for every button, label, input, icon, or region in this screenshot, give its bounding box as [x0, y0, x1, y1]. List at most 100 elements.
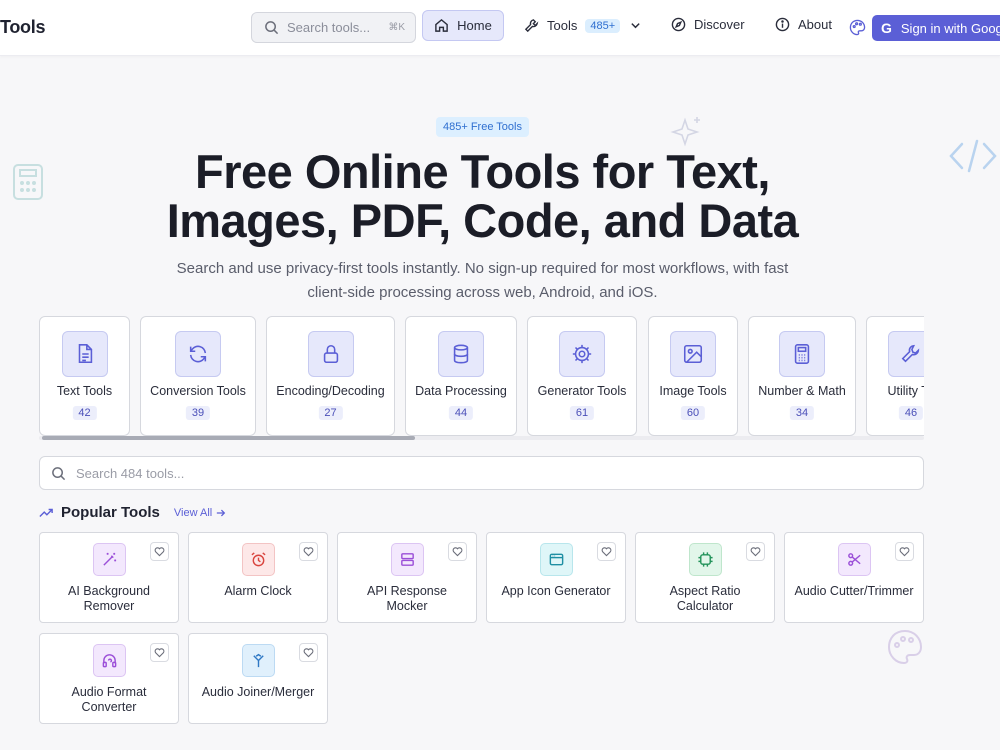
tool-name-line1: AI Background	[68, 584, 150, 598]
tool-name-line1: Audio Cutter/Trimmer	[794, 584, 914, 598]
info-icon	[775, 17, 790, 32]
merge-icon	[253, 653, 264, 668]
favorite-button[interactable]	[746, 542, 765, 561]
wrench-icon	[524, 19, 539, 33]
nav-discover-label: Discover	[694, 17, 745, 32]
category-icon-box	[670, 331, 716, 377]
category-label: Number & Math	[758, 384, 846, 398]
category-card-utility-tools[interactable]: Utility To 46	[866, 316, 924, 436]
sparkle-decor-icon	[670, 117, 700, 147]
category-count: 27	[318, 406, 343, 420]
tool-card-audio-joiner-merger[interactable]: Audio Joiner/Merger	[188, 633, 328, 724]
favorite-button[interactable]	[895, 542, 914, 561]
database-icon	[453, 344, 469, 364]
palette-decor-icon	[887, 629, 923, 665]
tool-icon-box	[838, 543, 871, 576]
nav-search-placeholder: Search tools...	[287, 20, 371, 35]
compass-icon	[671, 17, 686, 32]
category-card-number-math[interactable]: Number & Math 34	[748, 316, 856, 436]
tool-card-audio-format-converter[interactable]: Audio Format Converter	[39, 633, 179, 724]
gear-icon	[572, 344, 592, 364]
category-label: Encoding/Decoding	[276, 384, 385, 398]
image-icon	[683, 344, 703, 364]
aspect-ratio-icon	[698, 552, 713, 567]
tool-icon-box	[391, 543, 424, 576]
hero-title-line2: Images, PDF, Code, and Data	[166, 194, 799, 247]
heart-icon	[601, 547, 612, 557]
category-count: 42	[72, 406, 97, 420]
nav-home-button[interactable]: Home	[422, 10, 504, 41]
category-count: 34	[789, 406, 815, 420]
popular-tools-header: Popular Tools View All	[39, 504, 226, 521]
tool-card-aspect-ratio-calculator[interactable]: Aspect Ratio Calculator	[635, 532, 775, 623]
search-icon	[52, 466, 66, 480]
category-card-text-tools[interactable]: Text Tools 42	[39, 316, 130, 436]
category-card-data-processing[interactable]: Data Processing 44	[405, 316, 517, 436]
tools-search-input[interactable]	[76, 465, 876, 481]
view-all-link[interactable]: View All	[174, 507, 226, 519]
wrench-icon	[901, 344, 920, 363]
category-label: Utility To	[887, 384, 924, 398]
category-count: 44	[448, 406, 474, 420]
category-label: Data Processing	[415, 384, 507, 398]
category-icon-box	[175, 331, 221, 377]
theme-palette-icon[interactable]	[849, 19, 866, 36]
category-card-conversion-tools[interactable]: Conversion Tools 39	[140, 316, 256, 436]
nav-discover-link[interactable]: Discover	[671, 17, 745, 32]
tool-card-app-icon-generator[interactable]: App Icon Generator	[486, 532, 626, 623]
heart-icon	[154, 547, 165, 557]
tool-icon-box	[540, 543, 573, 576]
category-card-image-tools[interactable]: Image Tools 60	[648, 316, 738, 436]
heart-icon	[303, 547, 314, 557]
hero-subtitle: Search and use privacy-first tools insta…	[150, 257, 815, 305]
favorite-button[interactable]	[150, 643, 169, 662]
nav-home-label: Home	[457, 18, 492, 33]
headphones-icon	[102, 654, 117, 668]
heart-icon	[303, 648, 314, 658]
nav-search-input[interactable]: Search tools... ⌘K	[251, 12, 416, 43]
tool-name-line1: Audio Format	[71, 685, 147, 699]
favorite-button[interactable]	[150, 542, 169, 561]
nav-about-link[interactable]: About	[775, 17, 832, 32]
tool-name-line1: Alarm Clock	[224, 584, 292, 598]
tool-name: Audio Format Converter	[44, 685, 174, 715]
magic-wand-icon	[103, 552, 117, 566]
tool-name-line1: Aspect Ratio	[669, 584, 741, 598]
tool-card-api-response-mocker[interactable]: API Response Mocker	[337, 532, 477, 623]
home-icon	[435, 18, 448, 32]
favorite-button[interactable]	[597, 542, 616, 561]
tool-name: App Icon Generator	[491, 584, 621, 599]
category-label: Generator Tools	[537, 384, 627, 398]
tool-name-line1: API Response	[367, 584, 447, 598]
favorite-button[interactable]	[299, 542, 318, 561]
tool-name-line2: Calculator	[676, 599, 734, 613]
code-decor-icon	[949, 139, 997, 173]
category-count: 60	[680, 406, 706, 420]
chevron-down-icon	[631, 23, 640, 29]
hero-subtitle-line2: client-side processing across web, Andro…	[307, 284, 658, 301]
tool-card-alarm-clock[interactable]: Alarm Clock	[188, 532, 328, 623]
hero-subtitle-line1: Search and use privacy-first tools insta…	[176, 260, 789, 277]
favorite-button[interactable]	[448, 542, 467, 561]
hero-title-line1: Free Online Tools for Text,	[195, 145, 770, 198]
category-card-encoding-decoding[interactable]: Encoding/Decoding 27	[266, 316, 395, 436]
nav-tools-menu[interactable]: Tools 485+	[524, 18, 641, 33]
category-card-generator-tools[interactable]: Generator Tools 61	[527, 316, 637, 436]
tool-card-audio-cutter-trimmer[interactable]: Audio Cutter/Trimmer	[784, 532, 924, 623]
category-icon-box	[307, 331, 354, 377]
hero-title: Free Online Tools for Text, Images, PDF,…	[100, 147, 865, 245]
tool-card-ai-background-remover[interactable]: AI Background Remover	[39, 532, 179, 623]
tool-name-line2: Remover	[83, 599, 135, 613]
category-scroll-thumb[interactable]	[42, 436, 415, 440]
google-signin-button[interactable]: G Sign in with Goog	[872, 15, 1000, 41]
category-label: Conversion Tools	[150, 384, 246, 398]
tool-icon-box	[689, 543, 722, 576]
tool-name: Aspect Ratio Calculator	[640, 584, 770, 614]
tool-name-line1: Audio Joiner/Merger	[201, 685, 315, 699]
nav-about-label: About	[798, 17, 832, 32]
trending-up-icon	[39, 508, 53, 517]
server-icon	[401, 553, 414, 566]
category-icon-box	[438, 331, 484, 377]
favorite-button[interactable]	[299, 643, 318, 662]
brand-logo[interactable]: Tools	[0, 17, 45, 38]
